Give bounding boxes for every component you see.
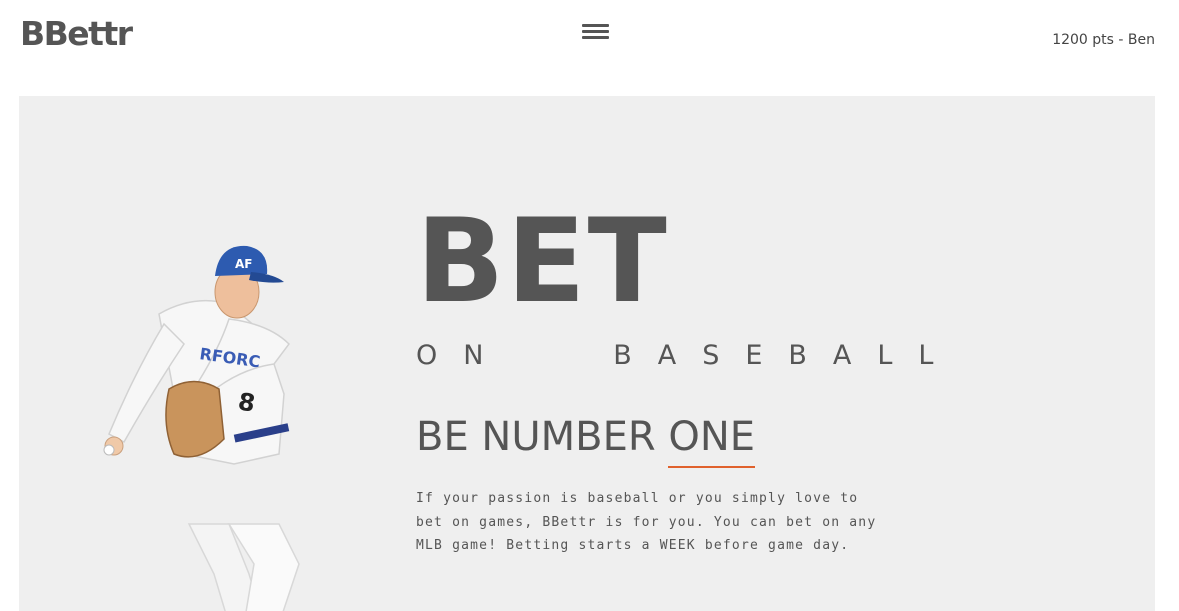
tagline-prefix: BE NUMBER — [416, 414, 669, 460]
tagline-accent: ONE — [668, 414, 756, 468]
hero-subheadline: ON BASEBALL — [416, 340, 960, 371]
menu-bar — [582, 24, 609, 27]
user-points-status[interactable]: 1200 pts - Ben — [1052, 32, 1155, 48]
svg-text:AF: AF — [235, 257, 252, 271]
menu-bar — [582, 30, 609, 33]
top-header: BBettr 1200 pts - Ben — [0, 0, 1179, 90]
baseball-pitcher-image: RFORC 8 AF — [103, 245, 300, 611]
hero-tagline: BE NUMBER ONE — [416, 414, 756, 468]
logo[interactable]: BBettr — [20, 14, 133, 53]
hero-banner: RFORC 8 AF BET ON BASEBALL BE NUMBER ONE… — [19, 96, 1155, 611]
hero-headline: BET — [416, 194, 669, 329]
hero-description: If your passion is baseball or you simpl… — [416, 491, 877, 553]
hamburger-menu-icon[interactable] — [582, 24, 610, 44]
menu-bar — [582, 36, 609, 39]
